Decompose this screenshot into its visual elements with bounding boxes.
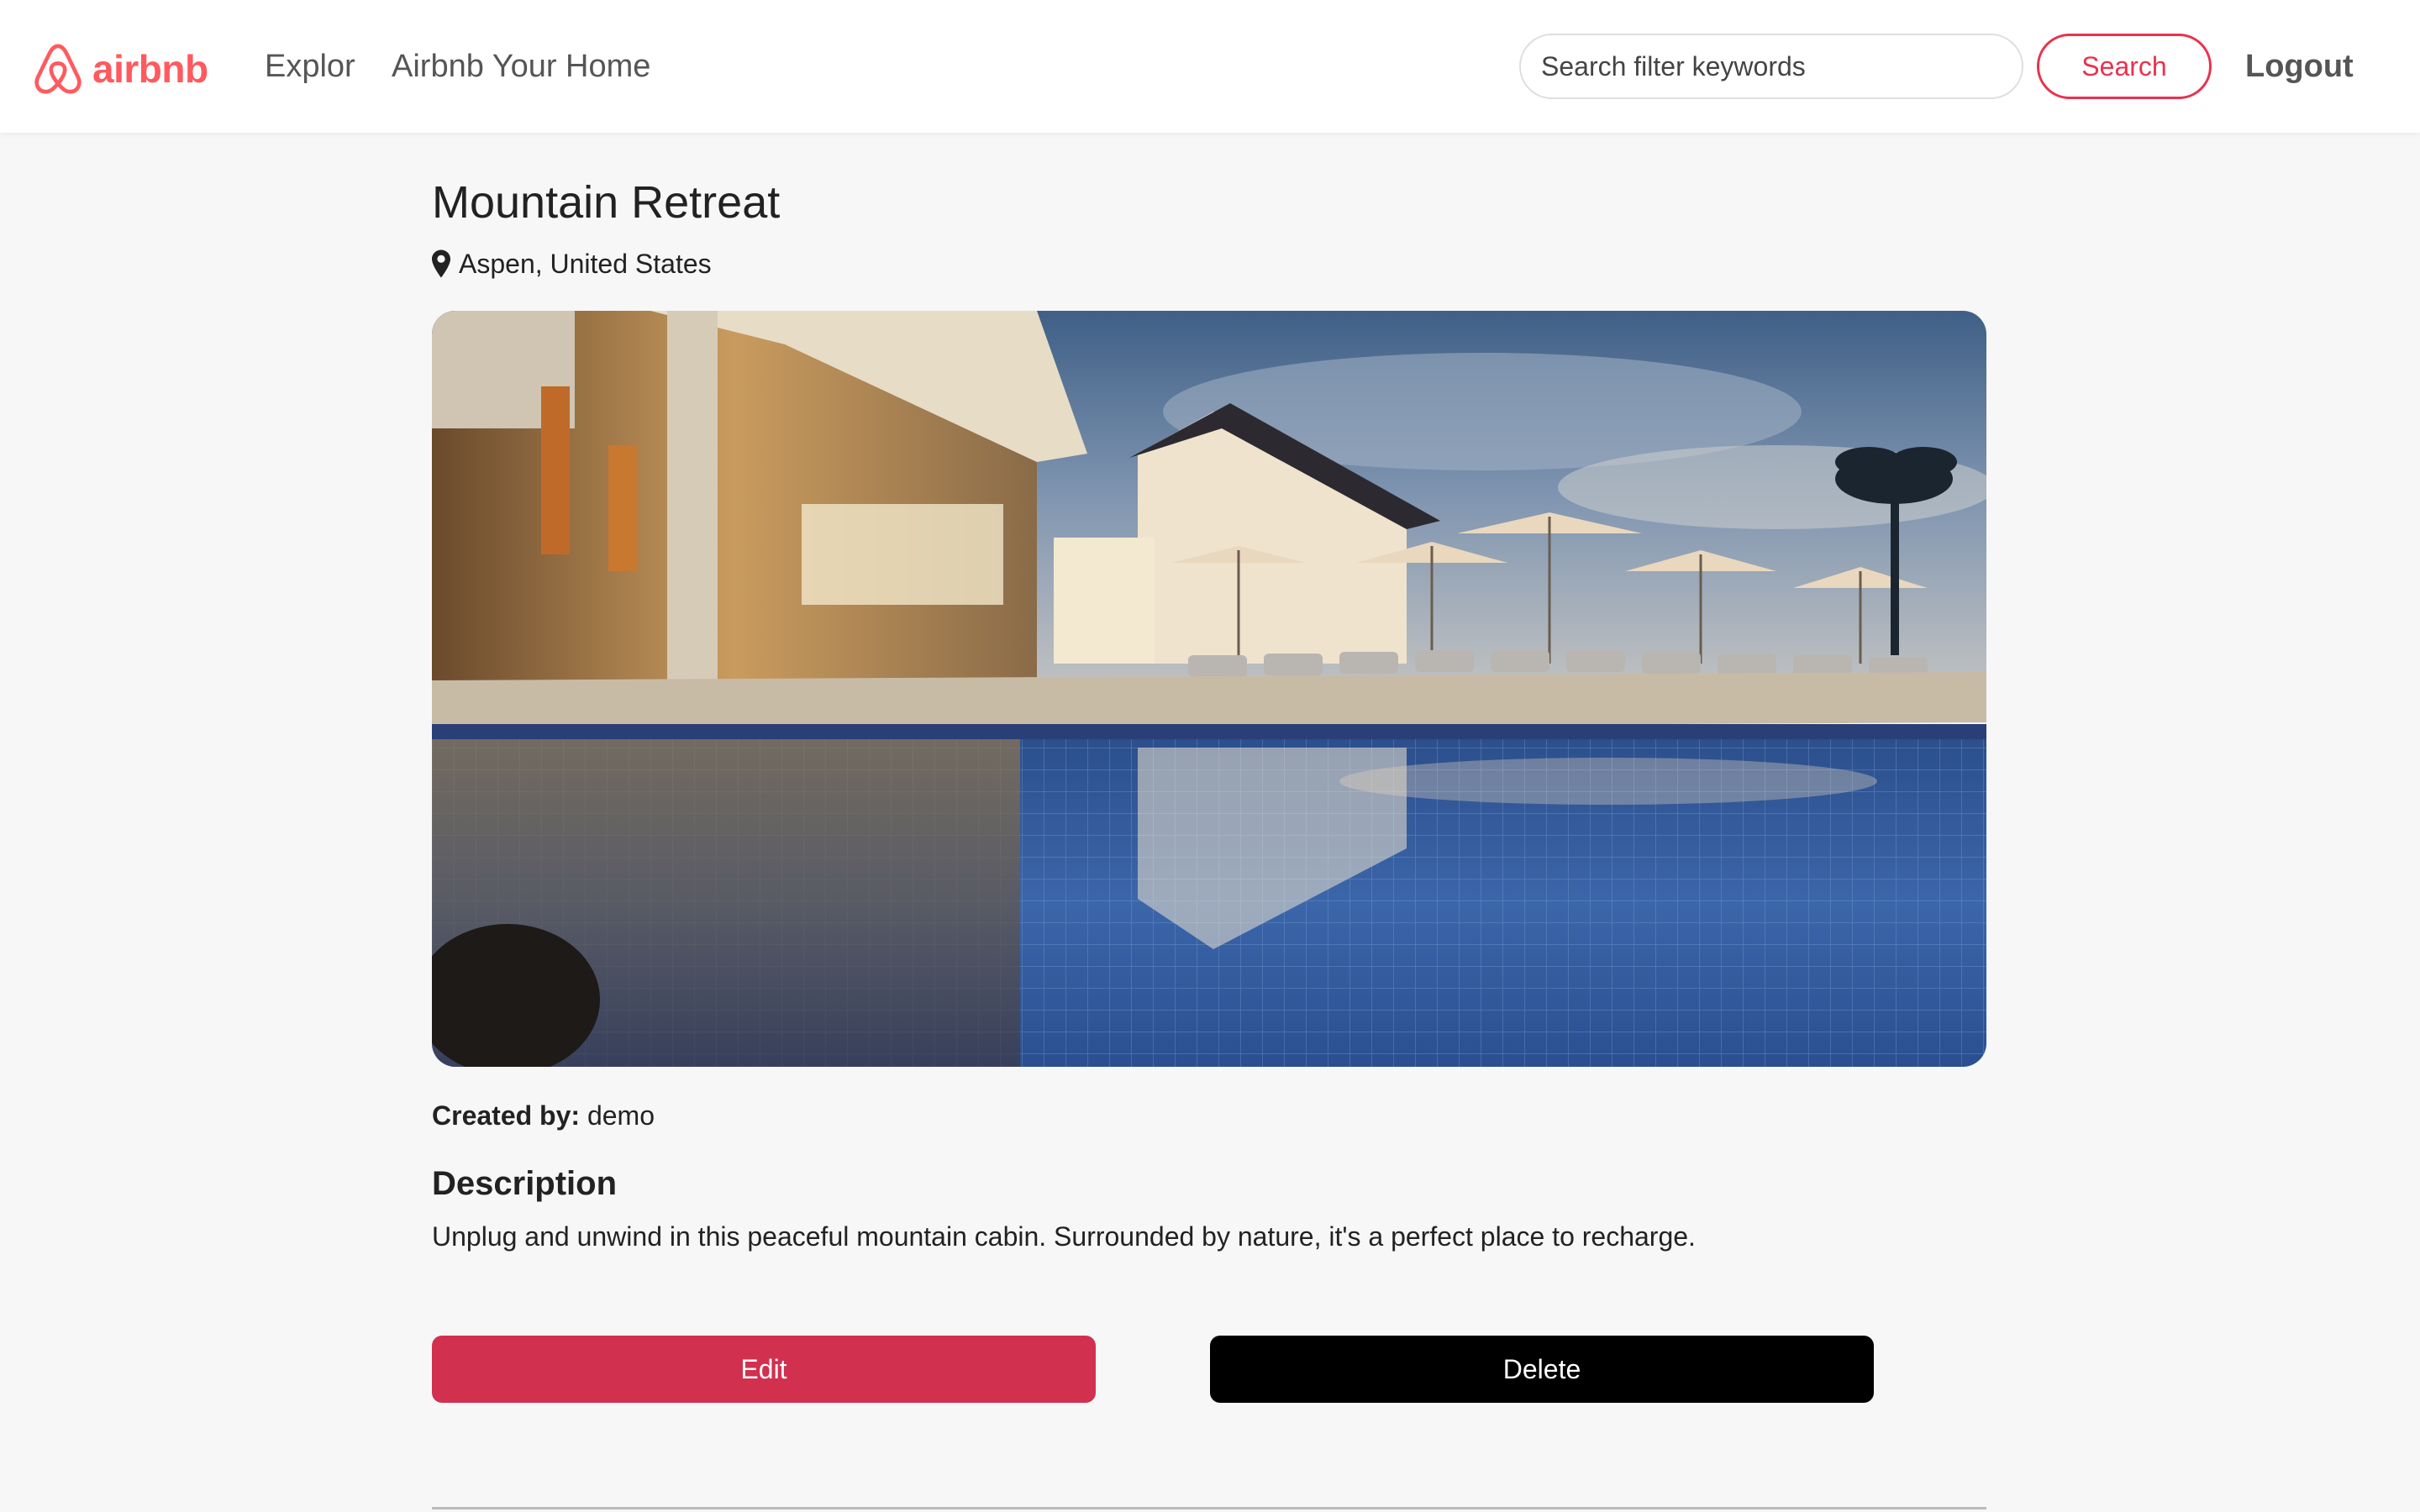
edit-button[interactable]: Edit xyxy=(432,1336,1096,1403)
description-text: Unplug and unwind in this peaceful mount… xyxy=(432,1221,1696,1252)
created-by-value: demo xyxy=(587,1100,655,1131)
nav-link-airbnb-your-home[interactable]: Airbnb Your Home xyxy=(392,45,650,87)
created-by-label: Created by: xyxy=(432,1100,581,1131)
listing-image xyxy=(432,311,1986,1067)
search-button[interactable]: Search xyxy=(2037,34,2212,99)
brand-logo[interactable]: airbnb xyxy=(32,37,208,101)
airbnb-logo-icon xyxy=(34,44,82,94)
brand-name: airbnb xyxy=(92,47,208,91)
search-input[interactable] xyxy=(1519,34,2023,99)
listing-title: Mountain Retreat xyxy=(432,177,781,228)
description-heading: Description xyxy=(432,1165,618,1202)
location-text: Aspen, United States xyxy=(459,249,712,279)
logout-link[interactable]: Logout xyxy=(2245,45,2354,87)
map-pin-icon xyxy=(432,249,450,278)
section-divider xyxy=(432,1507,1986,1509)
created-by: Created by: demo xyxy=(432,1099,655,1132)
navbar: airbnb Explor Airbnb Your Home Search Lo… xyxy=(0,0,2420,133)
listing-location: Aspen, United States xyxy=(432,247,712,281)
nav-link-explore[interactable]: Explor xyxy=(265,45,355,87)
delete-button[interactable]: Delete xyxy=(1210,1336,1874,1403)
